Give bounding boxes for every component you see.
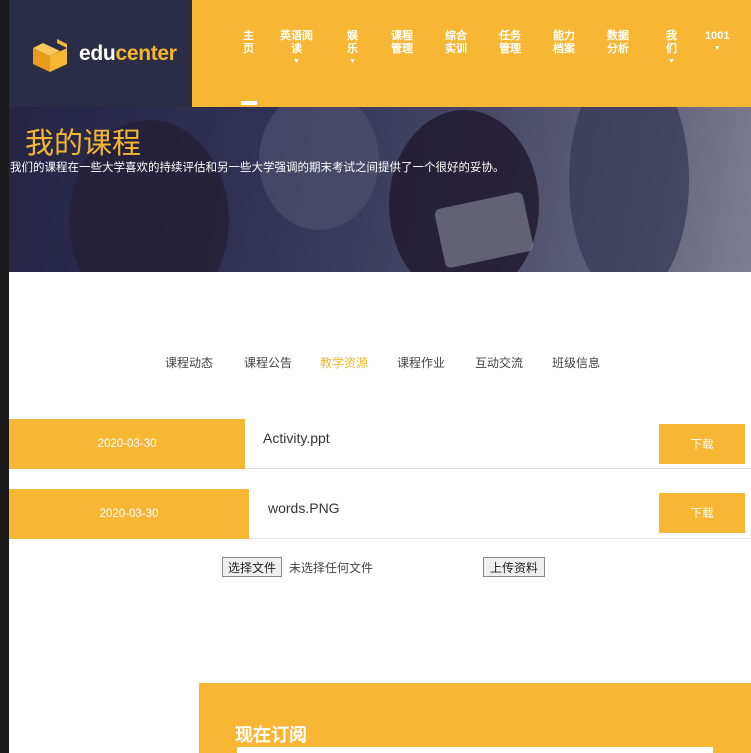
upload-button[interactable]: 上传资料 bbox=[483, 557, 546, 577]
left-border bbox=[0, 0, 9, 753]
resource-date: 2020-03-30 bbox=[9, 419, 245, 469]
nav-item-task-management[interactable]: 任务 管理 bbox=[499, 30, 521, 56]
chevron-down-icon: ▼ bbox=[349, 58, 356, 65]
nav-item-ability-archive[interactable]: 能力 档案 bbox=[553, 30, 575, 56]
download-button[interactable]: 下载 bbox=[659, 493, 745, 533]
nav-item-data-analysis[interactable]: 数据 分析 bbox=[607, 30, 629, 56]
course-tabs: 课程动态 课程公告 教学资源 课程作业 互动交流 班级信息 bbox=[0, 354, 751, 374]
subscribe-title: 现在订阅 bbox=[235, 725, 307, 745]
tab-class-info[interactable]: 班级信息 bbox=[552, 354, 600, 371]
nav-item-course-management[interactable]: 课程 管理 bbox=[391, 30, 413, 56]
chevron-down-icon: ▼ bbox=[713, 45, 721, 52]
resource-filename[interactable]: words.PNG bbox=[268, 500, 340, 516]
nav-item-comprehensive-training[interactable]: 综合 实训 bbox=[445, 30, 467, 56]
cube-logo-icon bbox=[33, 38, 67, 72]
tab-teaching-resources[interactable]: 教学资源 bbox=[320, 354, 368, 371]
subscribe-section: 现在订阅 bbox=[199, 683, 751, 753]
choose-file-button[interactable]: 选择文件 bbox=[222, 557, 283, 577]
tab-course-assignments[interactable]: 课程作业 bbox=[397, 354, 445, 371]
nav-active-indicator bbox=[241, 101, 257, 105]
page-title: 我的课程 bbox=[25, 128, 142, 160]
main-nav: 主 页 英语阅 读 ▼ 娱 乐 ▼ 课程 管理 综合 实训 任务 管理 能力 档案 … bbox=[192, 0, 751, 107]
nav-item-user-menu[interactable]: 1001 ▼ bbox=[705, 30, 729, 53]
nav-item-entertainment[interactable]: 娱 乐 ▼ bbox=[347, 30, 358, 66]
nav-item-english-reading[interactable]: 英语阅 读 ▼ bbox=[280, 30, 313, 66]
tab-course-announcements[interactable]: 课程公告 bbox=[244, 354, 292, 371]
row-divider bbox=[249, 538, 751, 539]
nav-item-about-us[interactable]: 我 们 ▼ bbox=[666, 30, 677, 66]
chevron-down-icon: ▼ bbox=[668, 58, 675, 65]
page-subtitle: 我们的课程在一些大学喜欢的持续评估和另一些大学强调的期末考试之间提供了一个很好的… bbox=[10, 162, 505, 174]
resource-date: 2020-03-30 bbox=[9, 489, 249, 539]
row-divider bbox=[245, 468, 751, 469]
tab-interactive-discussion[interactable]: 互动交流 bbox=[475, 354, 523, 371]
logo-text: educenter bbox=[79, 41, 177, 65]
file-status-text: 未选择任何文件 bbox=[289, 561, 374, 575]
download-button[interactable]: 下载 bbox=[659, 424, 745, 464]
logo[interactable]: educenter bbox=[9, 0, 192, 107]
nav-item-home[interactable]: 主 页 bbox=[243, 30, 254, 56]
tab-course-news[interactable]: 课程动态 bbox=[165, 354, 213, 371]
resource-filename[interactable]: Activity.ppt bbox=[263, 430, 330, 446]
chevron-down-icon: ▼ bbox=[293, 58, 300, 65]
subscribe-email-field[interactable] bbox=[237, 747, 713, 753]
